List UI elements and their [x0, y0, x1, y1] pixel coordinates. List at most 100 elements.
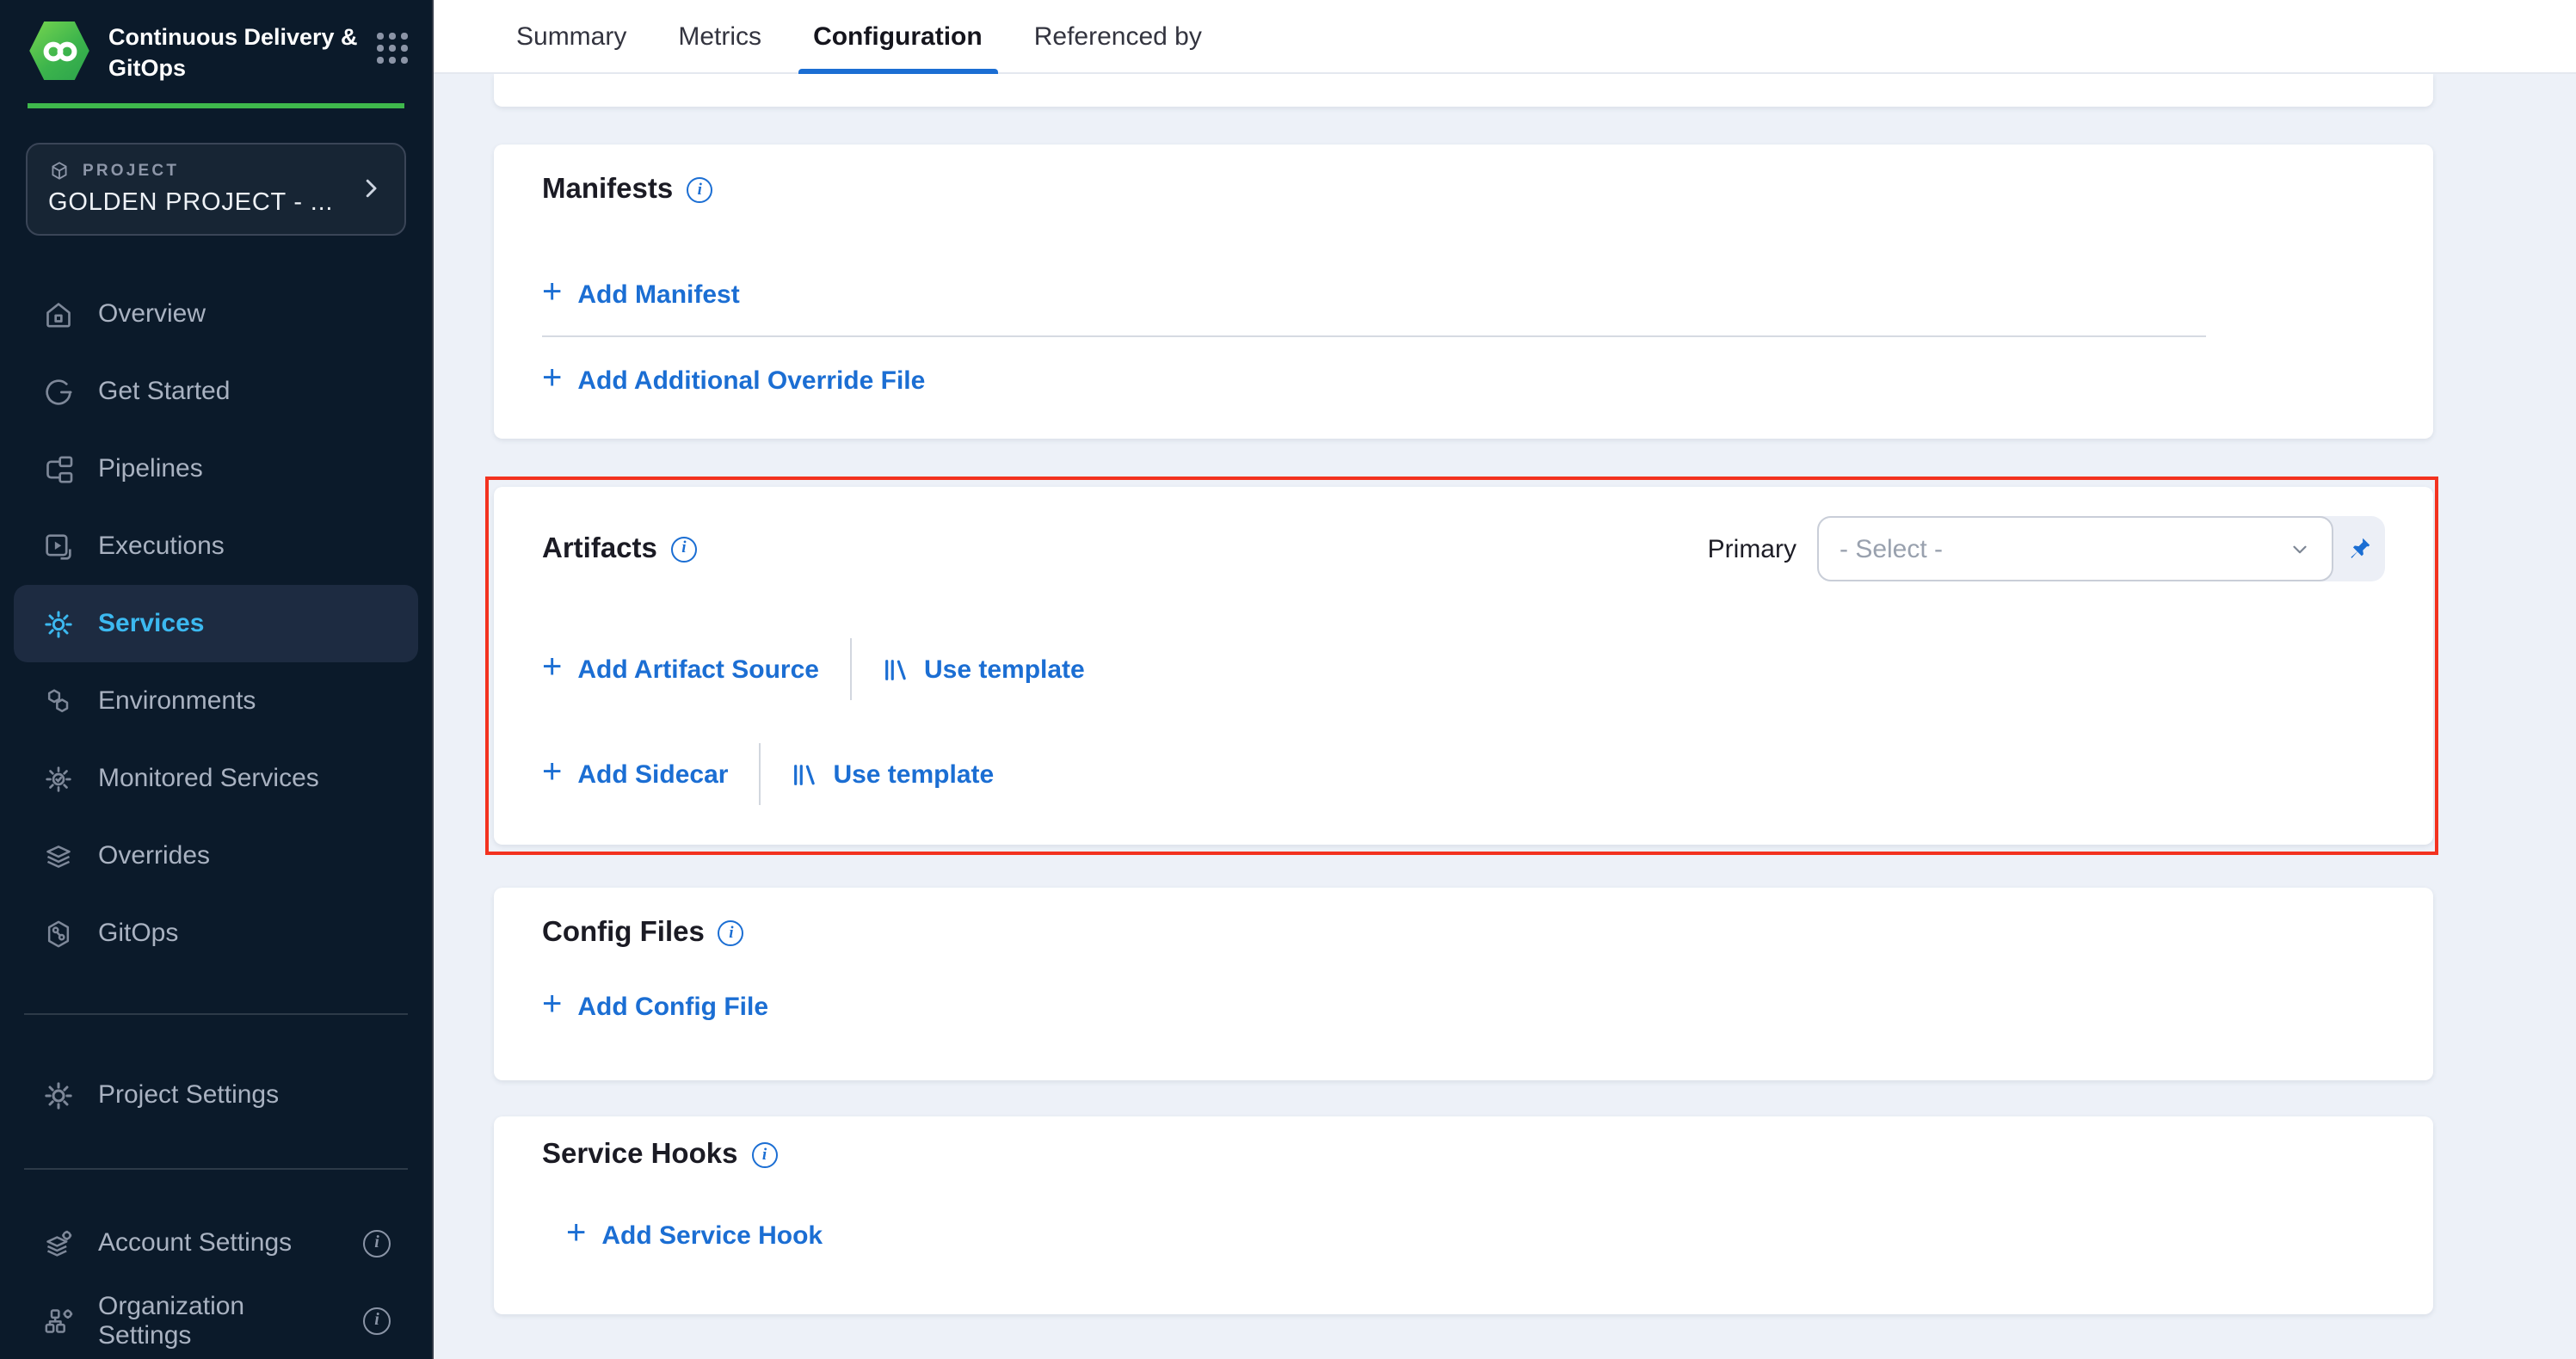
- sidebar-item-label: Environments: [98, 686, 256, 716]
- main-area: Summary Metrics Configuration Referenced…: [434, 0, 2576, 1359]
- manifests-divider: [542, 335, 2206, 337]
- primary-artifact-select[interactable]: - Select -: [1817, 516, 2333, 581]
- service-hooks-title: Service Hooks: [542, 1139, 737, 1171]
- executions-icon: [41, 529, 76, 563]
- pipelines-icon: [41, 452, 76, 486]
- pin-icon: [2345, 535, 2373, 563]
- sidebar-item-label: Project Settings: [98, 1080, 279, 1110]
- sidebar-item-project-settings[interactable]: Project Settings: [14, 1056, 418, 1134]
- manifests-title: Manifests: [542, 174, 673, 206]
- artifacts-annotated-region: Artifacts i Primary - Select -: [494, 487, 2433, 845]
- sidebar-item-pipelines[interactable]: Pipelines: [14, 430, 418, 507]
- sidebar-item-environments[interactable]: Environments: [14, 662, 418, 740]
- template-library-icon: [792, 761, 817, 787]
- plus-icon: +: [542, 275, 562, 310]
- sidebar-divider: [24, 1013, 408, 1015]
- vertical-divider: [759, 743, 761, 805]
- tab-summary[interactable]: Summary: [516, 0, 626, 72]
- sidebar-item-label: GitOps: [98, 919, 178, 948]
- project-name: GOLDEN PROJECT - ...: [48, 189, 348, 217]
- add-artifact-source-button[interactable]: + Add Artifact Source: [542, 654, 819, 685]
- services-gear-icon: [41, 606, 76, 641]
- add-additional-override-file-button[interactable]: + Add Additional Override File: [542, 365, 925, 396]
- gitops-icon: [41, 916, 76, 950]
- sidebar-item-executions[interactable]: Executions: [14, 507, 418, 585]
- add-config-file-button[interactable]: + Add Config File: [542, 991, 768, 1022]
- sidebar-item-label: Pipelines: [98, 454, 203, 483]
- sidebar-divider: [24, 1168, 408, 1170]
- service-hooks-section: Service Hooks i + Add Service Hook: [494, 1116, 2433, 1314]
- sidebar-item-label: Executions: [98, 532, 225, 561]
- project-label: PROJECT: [83, 162, 179, 181]
- sidebar-item-monitored-services[interactable]: Monitored Services: [14, 740, 418, 817]
- sidebar-item-gitops[interactable]: GitOps: [14, 895, 418, 972]
- info-circle-icon[interactable]: i: [671, 536, 697, 562]
- app-window: Continuous Delivery & GitOps PROJECT GOL…: [0, 0, 2576, 1359]
- sidebar-item-label: Services: [98, 609, 204, 638]
- account-settings-icon: [41, 1226, 76, 1260]
- plus-icon: +: [542, 361, 562, 396]
- add-manifest-button[interactable]: + Add Manifest: [542, 279, 740, 310]
- plus-icon: +: [566, 1216, 586, 1251]
- sidebar-item-label: Organization Settings: [98, 1291, 341, 1350]
- sidebar-item-label: Overrides: [98, 841, 210, 870]
- home-icon: [41, 297, 76, 331]
- sidebar-item-services[interactable]: Services: [14, 585, 418, 662]
- tab-metrics[interactable]: Metrics: [678, 0, 761, 72]
- sidebar-item-label: Account Settings: [98, 1228, 292, 1258]
- sidebar-nav: Overview Get Started Pipelines: [0, 275, 432, 972]
- tab-bar: Summary Metrics Configuration Referenced…: [434, 0, 2576, 74]
- info-circle-icon[interactable]: i: [751, 1142, 777, 1168]
- artifacts-section: Artifacts i Primary - Select -: [494, 487, 2433, 845]
- primary-label: Primary: [1708, 534, 1796, 563]
- primary-artifact-select-group: - Select -: [1817, 516, 2385, 581]
- select-value: - Select -: [1840, 534, 1943, 563]
- sidebar-item-label: Monitored Services: [98, 764, 319, 793]
- sidebar-item-label: Get Started: [98, 377, 230, 406]
- info-circle-icon[interactable]: i: [687, 177, 712, 203]
- cube-icon: [48, 160, 71, 182]
- add-sidecar-button[interactable]: + Add Sidecar: [542, 759, 728, 790]
- template-library-icon: [883, 656, 909, 682]
- sidebar-item-organization-settings[interactable]: Organization Settings i: [14, 1282, 418, 1359]
- brand-header: Continuous Delivery & GitOps: [0, 0, 432, 103]
- info-circle-icon[interactable]: i: [718, 920, 744, 946]
- sidebar-item-overrides[interactable]: Overrides: [14, 817, 418, 895]
- sidebar-item-overview[interactable]: Overview: [14, 275, 418, 353]
- project-settings-gear-icon: [41, 1078, 76, 1112]
- chevron-right-icon: [358, 175, 384, 201]
- configuration-content: Manifests i + Add Manifest + Add Addit: [434, 74, 2576, 1359]
- manifests-section: Manifests i + Add Manifest + Add Addit: [494, 145, 2433, 439]
- config-files-section: Config Files i + Add Config File: [494, 888, 2433, 1080]
- app-grid-icon[interactable]: [377, 33, 408, 64]
- config-files-title: Config Files: [542, 917, 705, 950]
- get-started-icon: [41, 374, 76, 409]
- brand-accent-rule: [28, 103, 404, 108]
- sidebar-item-label: Overview: [98, 299, 206, 329]
- tab-configuration[interactable]: Configuration: [813, 0, 983, 72]
- product-title: Continuous Delivery & GitOps: [108, 19, 360, 83]
- sidebar: Continuous Delivery & GitOps PROJECT GOL…: [0, 0, 434, 1359]
- sidebar-item-account-settings[interactable]: Account Settings i: [14, 1204, 418, 1282]
- vertical-divider: [850, 638, 852, 700]
- harness-cd-logo-icon: [28, 19, 91, 83]
- info-circle-icon[interactable]: i: [363, 1307, 391, 1334]
- tab-referenced-by[interactable]: Referenced by: [1034, 0, 1202, 72]
- use-template-artifact-button[interactable]: Use template: [883, 655, 1085, 684]
- use-template-sidecar-button[interactable]: Use template: [792, 759, 994, 789]
- add-service-hook-button[interactable]: + Add Service Hook: [566, 1220, 823, 1251]
- sidebar-item-get-started[interactable]: Get Started: [14, 353, 418, 430]
- environments-icon: [41, 684, 76, 718]
- chevron-down-icon: [2289, 538, 2311, 560]
- project-selector[interactable]: PROJECT GOLDEN PROJECT - ...: [26, 143, 406, 236]
- organization-settings-icon: [41, 1303, 76, 1337]
- scrolled-card-partial: [494, 74, 2433, 107]
- monitored-services-icon: [41, 761, 76, 796]
- info-circle-icon[interactable]: i: [363, 1229, 391, 1257]
- pin-button[interactable]: [2333, 516, 2385, 581]
- overrides-layers-icon: [41, 839, 76, 873]
- plus-icon: +: [542, 987, 562, 1022]
- artifacts-title: Artifacts: [542, 532, 657, 565]
- plus-icon: +: [542, 755, 562, 790]
- plus-icon: +: [542, 650, 562, 685]
